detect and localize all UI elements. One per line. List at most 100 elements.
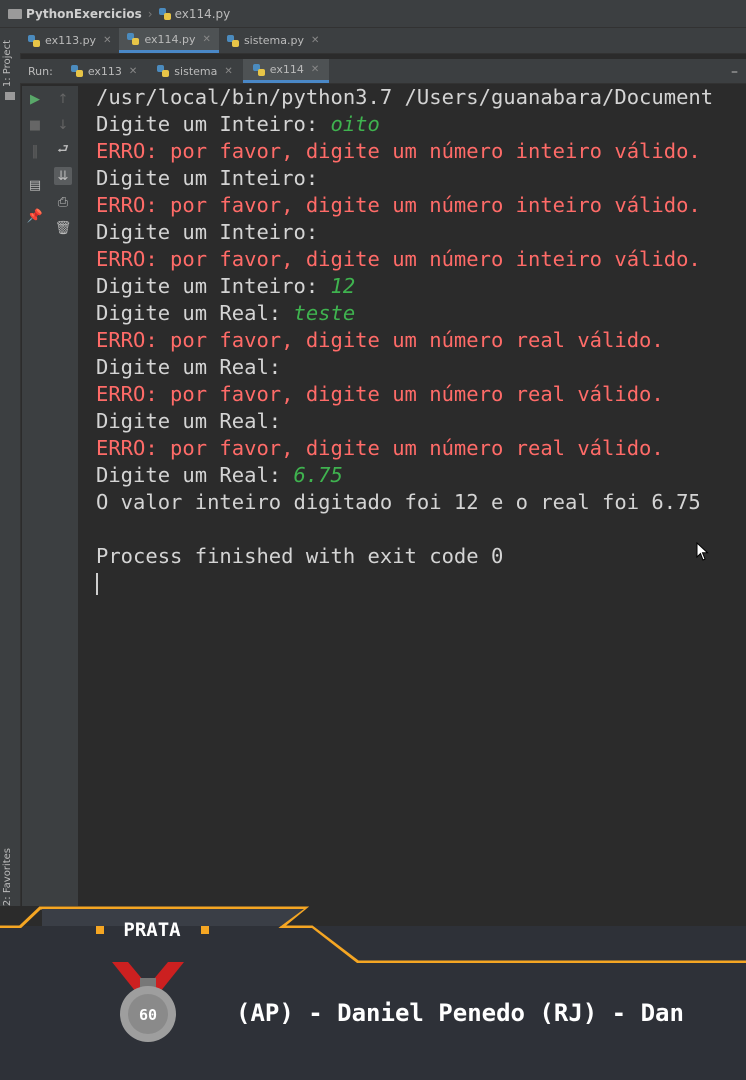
console-line: Digite um Real: [80, 354, 746, 381]
stream-overlay: PRATA 60 (AP) - Daniel Penedo (RJ) - Dan [0, 906, 746, 1080]
error-text: ERRO: por favor, digite um número inteir… [96, 139, 701, 163]
console-line: /usr/local/bin/python3.7 /Users/guanabar… [80, 84, 746, 111]
run-tab-sistema[interactable]: sistema ✕ [147, 59, 242, 83]
console-line: Digite um Real: teste [80, 300, 746, 327]
exit-message: Process finished with exit code 0 [96, 544, 504, 568]
close-tab-icon[interactable]: ✕ [311, 64, 319, 75]
minimize-icon[interactable]: – [731, 64, 738, 80]
run-tab-label: ex113 [87, 64, 122, 78]
favorites-tool-window-button[interactable]: 2: Favorites [2, 848, 13, 906]
pause-icon[interactable]: ‖ [26, 142, 44, 160]
console-line: ERRO: por favor, digite um número inteir… [80, 138, 746, 165]
editor-tab-ex114[interactable]: ex114.py ✕ [119, 28, 219, 53]
console-output[interactable]: /usr/local/bin/python3.7 /Users/guanabar… [80, 84, 746, 914]
up-arrow-icon[interactable]: ↑ [54, 90, 72, 108]
console-line: Digite um Real: 6.75 [80, 462, 746, 489]
python-run-icon [252, 63, 265, 76]
console-line: Digite um Real: [80, 408, 746, 435]
prompt-text: Digite um Real: [96, 355, 294, 379]
python-file-icon [226, 34, 239, 47]
left-tool-strip: 1: Project 2: Favorites ★ [0, 28, 21, 928]
python-file-icon [158, 7, 171, 20]
scroll-to-end-icon[interactable]: ⇊ [54, 167, 72, 185]
badge-dot-right [201, 926, 209, 934]
console-line: ERRO: por favor, digite um número real v… [80, 435, 746, 462]
python-run-icon [157, 65, 170, 77]
error-text: ERRO: por favor, digite um número inteir… [96, 193, 701, 217]
run-toolbar: ▶ ↑ ■ ↓ ‖ ⮐ ⇊ ▤ ⎙ 📌 🗑 [22, 86, 78, 926]
run-tab-ex113[interactable]: ex113 ✕ [61, 59, 147, 83]
prompt-text: Digite um Inteiro: [96, 166, 331, 190]
breadcrumb-project-label: PythonExercicios [26, 6, 142, 21]
console-line: ERRO: por favor, digite um número inteir… [80, 246, 746, 273]
close-tab-icon[interactable]: ✕ [103, 35, 111, 46]
run-label: Run: [28, 64, 53, 78]
python-path: /usr/local/bin/python3.7 /Users/guanabar… [96, 85, 714, 109]
breadcrumb-file-label: ex114.py [174, 6, 231, 21]
user-input: 6.75 [293, 463, 343, 487]
soft-wrap-icon[interactable]: ⮐ [54, 142, 72, 160]
editor-tab-ex113[interactable]: ex113.py ✕ [20, 28, 119, 53]
run-tab-ex114[interactable]: ex114 ✕ [242, 59, 330, 83]
close-tab-icon[interactable]: ✕ [203, 34, 211, 45]
console-line: ERRO: por favor, digite um número real v… [80, 327, 746, 354]
breadcrumb-project[interactable]: PythonExercicios [8, 7, 142, 21]
trash-icon[interactable]: 🗑 [54, 219, 72, 237]
folder-icon [8, 8, 22, 19]
down-arrow-icon[interactable]: ↓ [54, 116, 72, 134]
error-text: ERRO: por favor, digite um número inteir… [96, 247, 701, 271]
console-line: Digite um Inteiro: [80, 219, 746, 246]
run-tool-window-header: Run: ex113 ✕ sistema ✕ ex114 ✕ – [20, 59, 746, 84]
console-line: Digite um Inteiro: oito [80, 111, 746, 138]
close-tab-icon[interactable]: ✕ [311, 35, 319, 46]
tier-badge: PRATA [123, 919, 181, 941]
user-input: oito [330, 112, 380, 136]
error-text: ERRO: por favor, digite um número real v… [96, 382, 664, 406]
close-tab-icon[interactable]: ✕ [129, 66, 137, 77]
user-input: teste [293, 301, 356, 325]
text-caret [96, 573, 98, 595]
editor-tab-bar: ex113.py ✕ ex114.py ✕ sistema.py ✕ [20, 28, 746, 54]
mouse-pointer-icon [696, 542, 709, 561]
breadcrumb: PythonExercicios › ex114.py [0, 0, 746, 28]
tab-label: sistema.py [243, 34, 304, 47]
supporters-ticker: (AP) - Daniel Penedo (RJ) - Dan [236, 999, 684, 1027]
breadcrumb-separator: › [147, 6, 153, 21]
stop-icon[interactable]: ■ [26, 116, 44, 134]
badge-dot-left [96, 926, 104, 934]
close-tab-icon[interactable]: ✕ [224, 66, 232, 77]
console-line: ERRO: por favor, digite um número inteir… [80, 192, 746, 219]
editor-tab-sistema[interactable]: sistema.py ✕ [219, 28, 327, 53]
project-tool-window-button[interactable]: 1: Project [2, 40, 13, 87]
breadcrumb-file[interactable]: ex114.py [158, 6, 231, 21]
layout-icon[interactable]: ▤ [26, 176, 44, 194]
prompt-text: Digite um Real: [96, 301, 294, 325]
medal-number: 60 [139, 1006, 157, 1024]
tab-label: ex113.py [45, 34, 97, 47]
python-run-icon [70, 65, 83, 77]
error-text: ERRO: por favor, digite um número real v… [96, 436, 664, 460]
run-tab-label: sistema [174, 64, 218, 78]
console-line: Digite um Inteiro: [80, 165, 746, 192]
prompt-text: Digite um Inteiro: [96, 220, 331, 244]
console-line: O valor inteiro digitado foi 12 e o real… [80, 489, 746, 516]
prompt-text: Digite um Real: [96, 463, 294, 487]
pin-icon[interactable]: 📌 [26, 207, 44, 225]
favorites-tool-label: 2: Favorites [2, 848, 13, 907]
rerun-icon[interactable]: ▶ [26, 90, 44, 108]
console-line: Process finished with exit code 0 [80, 543, 746, 570]
console-line: ERRO: por favor, digite um número real v… [80, 381, 746, 408]
result-text: O valor inteiro digitado foi 12 e o real… [96, 490, 701, 514]
user-input: 12 [330, 274, 356, 298]
prompt-text: Digite um Real: [96, 409, 294, 433]
prompt-text: Digite um Inteiro: [96, 112, 331, 136]
error-text: ERRO: por favor, digite um número real v… [96, 328, 664, 352]
print-icon[interactable]: ⎙ [54, 193, 72, 211]
python-file-icon [127, 33, 140, 45]
project-tool-label: 1: Project [2, 40, 13, 88]
console-line: Digite um Inteiro: 12 [80, 273, 746, 300]
run-tab-label: ex114 [269, 63, 304, 76]
prompt-text: Digite um Inteiro: [96, 274, 331, 298]
folder-icon [5, 92, 15, 100]
